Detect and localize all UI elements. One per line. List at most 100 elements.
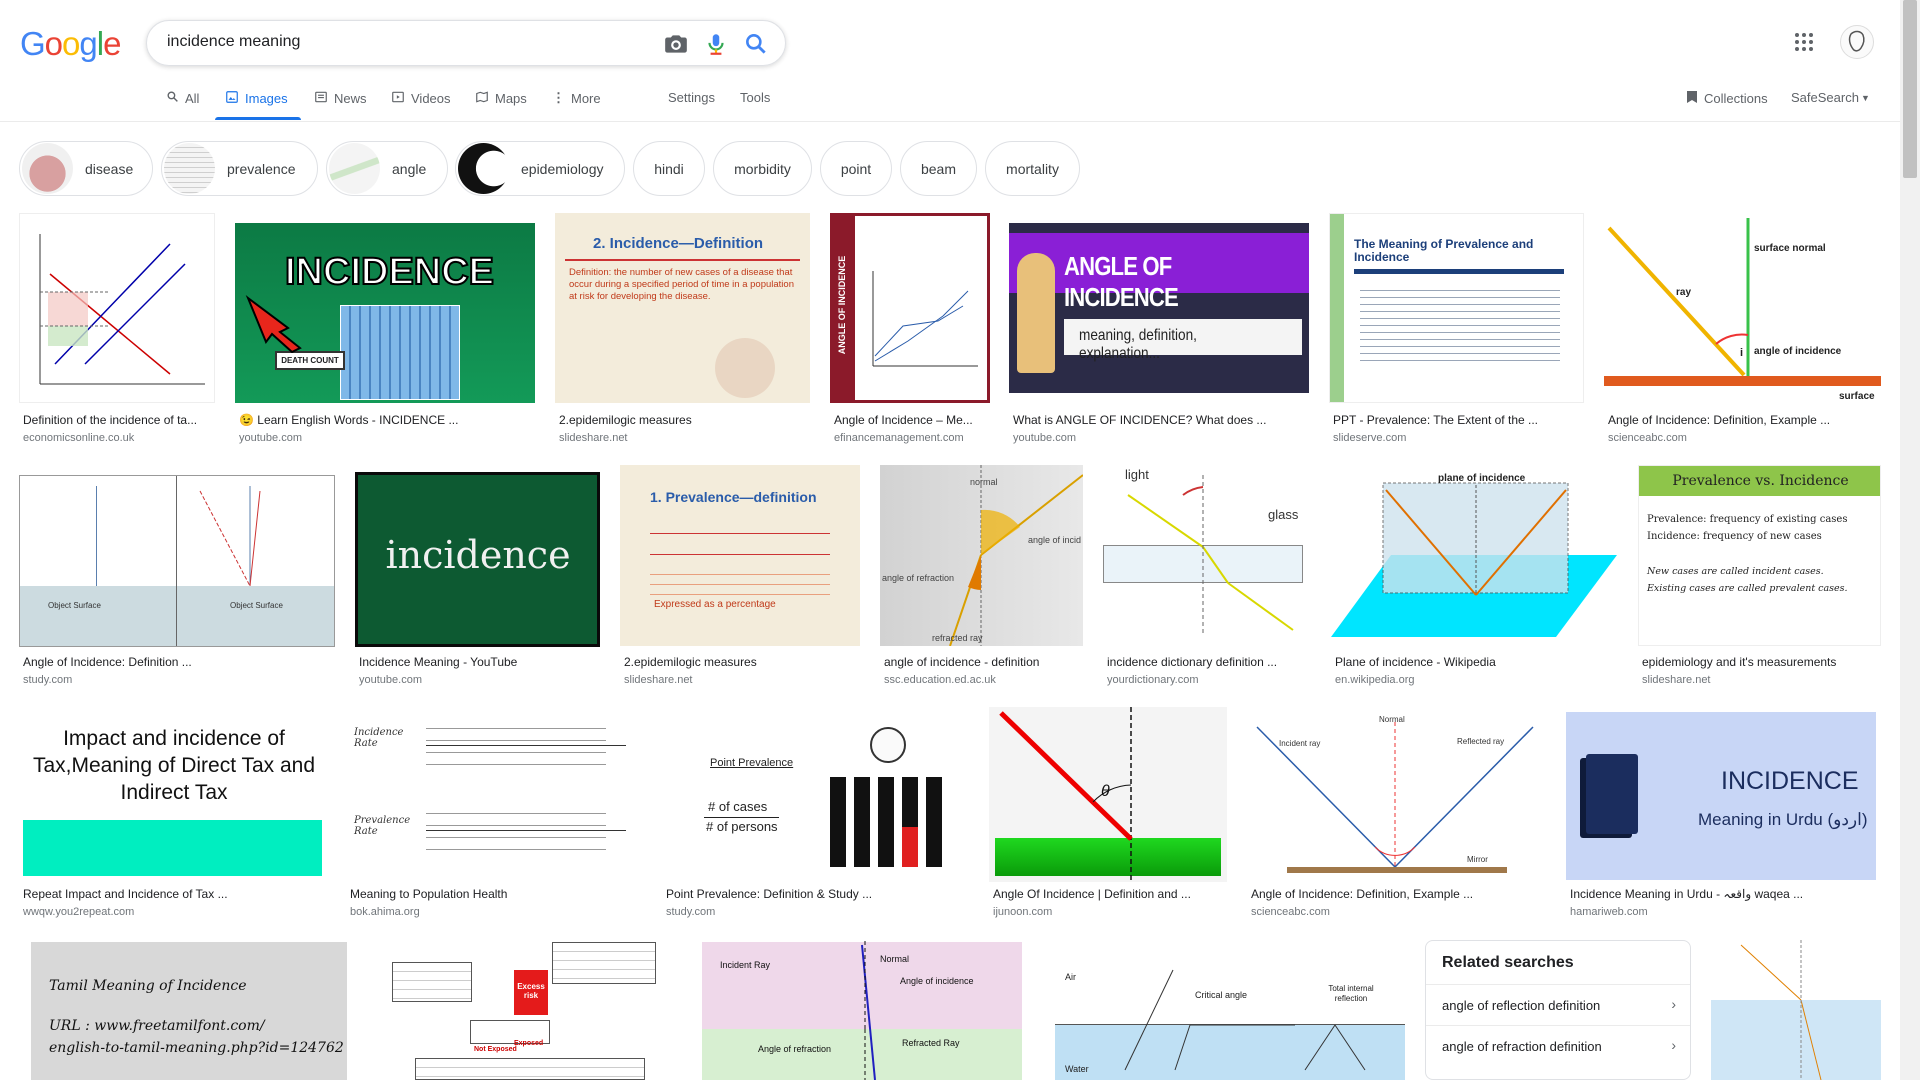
result-thumbnail[interactable]: normal angle of incid angle of refractio…	[880, 465, 1083, 646]
tab-maps[interactable]: Maps	[475, 90, 527, 107]
search-icon[interactable]	[743, 31, 769, 57]
result-caption[interactable]: Plane of incidence - Wikipedia	[1335, 655, 1615, 669]
tools-link[interactable]: Tools	[740, 90, 770, 105]
related-search-item[interactable]: angle of refraction definition ›	[1426, 1025, 1690, 1065]
chip-morbidity[interactable]: morbidity	[713, 141, 812, 196]
result-caption[interactable]: Incidence Meaning - YouTube	[359, 655, 599, 669]
microphone-icon[interactable]	[703, 31, 729, 57]
result-caption[interactable]: 2.epidemilogic measures	[624, 655, 859, 669]
chip-point[interactable]: point	[820, 141, 892, 196]
result-thumbnail[interactable]: ANGLE OF INCIDENCE	[830, 213, 990, 403]
thumbnail-label: Excess risk	[517, 982, 545, 1000]
result-source: study.com	[23, 674, 73, 686]
chip-label: beam	[920, 160, 957, 177]
thumbnail-text: english-to-tamil-meaning.php?id=124762	[49, 1040, 344, 1056]
thumbnail-title: plane of incidence	[1438, 473, 1526, 484]
result-caption[interactable]: Angle of Incidence – Me...	[834, 413, 984, 427]
scrollbar-thumb[interactable]	[1903, 0, 1917, 178]
thumbnail-label: surface	[1839, 391, 1875, 402]
tab-more[interactable]: ⋮ More	[552, 90, 601, 106]
result-caption[interactable]: Point Prevalence: Definition & Study ...	[666, 887, 966, 901]
caret-down-icon: ▼	[1860, 92, 1870, 103]
chip-beam[interactable]: beam	[900, 141, 977, 196]
result-thumbnail[interactable]: Tamil Meaning of Incidence URL : www.fre…	[19, 940, 359, 1080]
result-caption[interactable]: Definition of the incidence of ta...	[23, 413, 213, 427]
result-caption[interactable]: Angle of Incidence: Definition, Example …	[1251, 887, 1541, 901]
result-caption[interactable]: angle of incidence - definition	[884, 655, 1084, 669]
thumbnail-label: angle of incidence	[1754, 346, 1842, 357]
result-thumbnail[interactable]: The Meaning of Prevalence and Incidence	[1329, 213, 1584, 403]
result-thumbnail[interactable]: Incidence Rate Prevalence Rate	[346, 707, 642, 882]
tab-label: Images	[245, 91, 288, 106]
google-logo[interactable]: Google	[20, 25, 121, 63]
result-source: youtube.com	[359, 674, 422, 686]
result-caption[interactable]: What is ANGLE OF INCIDENCE? What does ..…	[1013, 413, 1307, 427]
result-source: slideshare.net	[559, 432, 628, 444]
thumbnail-label: Not Exposed	[474, 1046, 517, 1053]
result-thumbnail[interactable]: Air Water Critical angle Total internal …	[1055, 940, 1405, 1080]
chip-angle[interactable]: angle	[326, 141, 448, 196]
more-vert-icon: ⋮	[552, 90, 565, 105]
result-thumbnail[interactable]: ANGLE OF INCIDENCE meaning, definition, …	[1009, 223, 1309, 393]
tab-all[interactable]: All	[166, 90, 199, 106]
result-thumbnail[interactable]: incidence	[355, 472, 600, 647]
result-source: wwqw.you2repeat.com	[23, 906, 135, 918]
result-thumbnail[interactable]: Object Surface Object Surface	[19, 475, 335, 647]
result-thumbnail[interactable]: 1. Prevalence—definition Expressed as a …	[620, 465, 860, 646]
apps-grid-icon[interactable]	[1794, 32, 1814, 57]
result-thumbnail[interactable]: Prevalence vs. Incidence Prevalence: fre…	[1638, 465, 1881, 646]
result-caption[interactable]: Meaning to Population Health	[350, 887, 640, 901]
result-source: youtube.com	[239, 432, 302, 444]
result-caption[interactable]: PPT - Prevalence: The Extent of the ...	[1333, 413, 1583, 427]
tools-label: Tools	[740, 90, 771, 105]
result-thumbnail[interactable]: surface normal ray angle of incidence su…	[1604, 213, 1881, 403]
chip-epidemiology[interactable]: epidemiology	[455, 141, 625, 196]
thumbnail-text: New cases are called incident cases.	[1647, 566, 1824, 577]
result-thumbnail[interactable]: Point Prevalence # of cases # of persons	[662, 707, 968, 882]
result-thumbnail[interactable]: INCIDENCE Meaning in Urdu (اردو)	[1566, 712, 1876, 880]
camera-icon[interactable]	[663, 31, 689, 57]
result-thumbnail[interactable]: Incident Ray Normal Angle of incidence A…	[692, 940, 1036, 1080]
chip-mortality[interactable]: mortality	[985, 141, 1080, 196]
result-caption[interactable]: 😉 Learn English Words - INCIDENCE ...	[239, 413, 533, 427]
result-caption[interactable]: Angle of Incidence: Definition ...	[23, 655, 323, 669]
chip-disease[interactable]: disease	[19, 141, 153, 196]
related-search-item[interactable]: angle of reflection definition ›	[1426, 984, 1690, 1024]
search-box[interactable]	[146, 20, 786, 66]
result-caption[interactable]: Angle of Incidence: Definition, Example …	[1608, 413, 1878, 427]
result-thumbnail[interactable]: θ	[989, 707, 1227, 882]
safesearch-toggle[interactable]: SafeSearch ▼	[1791, 90, 1870, 105]
result-thumbnail[interactable]: INCIDENCE DEATH COUNT	[235, 223, 535, 403]
chip-hindi[interactable]: hindi	[633, 141, 705, 196]
search-input[interactable]	[167, 33, 647, 51]
result-thumbnail[interactable]	[1711, 940, 1881, 1080]
chip-label: morbidity	[734, 160, 791, 177]
result-thumbnail[interactable]: light glass	[1103, 465, 1310, 646]
tab-news[interactable]: News	[314, 90, 367, 107]
related-searches-title: Related searches	[1442, 954, 1574, 971]
tab-images[interactable]: Images	[225, 90, 288, 107]
chip-prevalence[interactable]: prevalence	[161, 141, 318, 196]
chip-label: point	[840, 160, 872, 177]
result-thumbnail[interactable]: Normal Incident ray Reflected ray Mirror	[1247, 707, 1543, 882]
result-caption[interactable]: incidence dictionary definition ...	[1107, 655, 1311, 669]
tab-videos[interactable]: Videos	[391, 90, 451, 107]
tab-label: All	[185, 90, 200, 106]
result-caption[interactable]: 2.epidemilogic measures	[559, 413, 809, 427]
thumbnail-text: Incidence: frequency of new cases	[1647, 531, 1822, 542]
thumbnail-label: # of persons	[706, 819, 778, 834]
result-thumbnail[interactable]: Excess risk Not Exposed Exposed	[380, 940, 670, 1080]
result-source: ijunoon.com	[993, 906, 1053, 918]
result-caption[interactable]: Incidence Meaning in Urdu - واقعہ waqea …	[1570, 887, 1875, 901]
result-caption[interactable]: Repeat Impact and Incidence of Tax ...	[23, 887, 323, 901]
result-thumbnail[interactable]	[19, 213, 215, 403]
result-thumbnail[interactable]: plane of incidence	[1331, 465, 1617, 646]
result-caption[interactable]: epidemiology and it's measurements	[1642, 655, 1882, 669]
logo-letter: o	[62, 25, 80, 62]
result-caption[interactable]: Angle Of Incidence | Definition and ...	[993, 887, 1225, 901]
collections-link[interactable]: Collections	[1686, 90, 1768, 107]
result-thumbnail[interactable]: 2. Incidence—Definition Definition: the …	[555, 213, 810, 403]
avatar[interactable]	[1840, 25, 1874, 59]
result-thumbnail[interactable]: Impact and incidence of Tax,Meaning of D…	[19, 707, 326, 882]
settings-link[interactable]: Settings	[668, 90, 715, 105]
